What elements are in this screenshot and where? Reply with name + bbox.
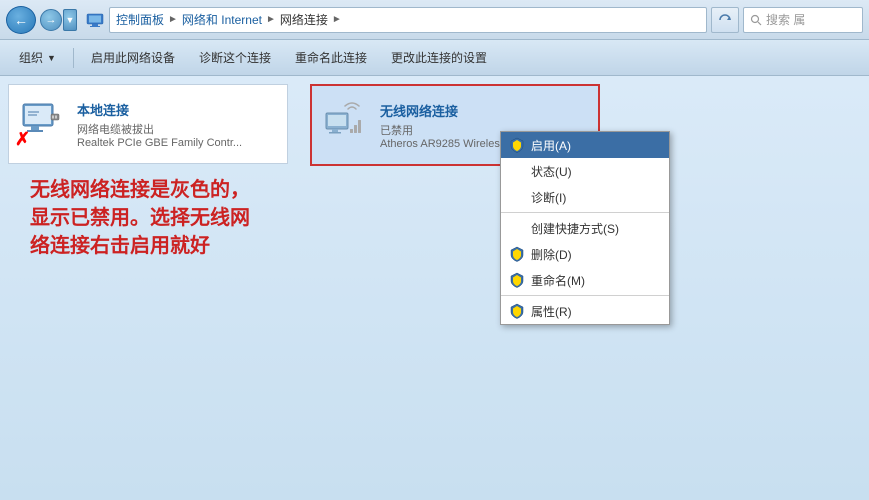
breadcrumb-sep-1: ► (168, 14, 178, 25)
toolbar-diagnose[interactable]: 诊断这个连接 (188, 44, 282, 72)
shield-icon-rename (509, 272, 525, 288)
search-box[interactable]: 搜索 属 (743, 7, 863, 33)
breadcrumb-network-internet[interactable]: 网络和 Internet (182, 11, 262, 28)
address-bar: ← → ▼ 控制面板 ► 网络和 Internet ► 网络连接 ► 搜索 属 (0, 0, 869, 40)
local-connection-name[interactable]: 本地连接 (77, 100, 277, 119)
context-menu-delete[interactable]: 删除(D) (501, 241, 669, 267)
context-menu-rename[interactable]: 重命名(M) (501, 267, 669, 293)
context-menu-properties[interactable]: 属性(R) (501, 298, 669, 324)
toolbar-change-settings[interactable]: 更改此连接的设置 (380, 44, 498, 72)
breadcrumb-icon (85, 10, 105, 30)
refresh-button[interactable] (711, 7, 739, 33)
shield-icon-delete (509, 246, 525, 262)
context-menu-enable[interactable]: 启用(A) (501, 132, 669, 158)
forward-dropdown[interactable]: ▼ (63, 9, 77, 31)
main-content: ✗ 本地连接 网络电缆被拔出 Realtek PCIe GBE Family C… (0, 76, 869, 500)
context-menu-rename-label: 重命名(M) (531, 272, 585, 289)
search-icon (750, 14, 762, 26)
context-menu-diagnose-label: 诊断(I) (531, 189, 566, 206)
local-connection-error-icon: ✗ (15, 130, 30, 148)
wireless-connection-icon-area (322, 101, 370, 149)
wireless-connection-name[interactable]: 无线网络连接 (380, 101, 588, 120)
shield-icon-properties (509, 303, 525, 319)
context-menu-status-label: 状态(U) (531, 163, 572, 180)
shield-icon-enable (509, 137, 525, 153)
context-menu-shortcut[interactable]: 创建快捷方式(S) (501, 215, 669, 241)
toolbar-organize[interactable]: 组织 ▼ (8, 44, 67, 72)
local-connection-info: 本地连接 网络电缆被拔出 Realtek PCIe GBE Family Con… (77, 100, 277, 149)
breadcrumb-bar: 控制面板 ► 网络和 Internet ► 网络连接 ► (109, 7, 707, 33)
breadcrumb-current: 网络连接 (280, 11, 328, 28)
breadcrumb-control-panel[interactable]: 控制面板 (116, 11, 164, 28)
local-connection-icon-area: ✗ (19, 100, 67, 148)
organize-chevron: ▼ (47, 53, 56, 63)
context-menu-shortcut-label: 创建快捷方式(S) (531, 220, 619, 237)
context-menu-properties-label: 属性(R) (531, 303, 572, 320)
context-menu-enable-label: 启用(A) (531, 137, 571, 154)
context-menu-delete-label: 删除(D) (531, 246, 572, 263)
context-menu-status[interactable]: 状态(U) (501, 158, 669, 184)
search-placeholder: 搜索 属 (766, 11, 805, 28)
context-menu-sep-1 (501, 212, 669, 213)
annotation-text: 无线网络连接是灰色的，显示已禁用。选择无线网络连接右击启用就好 (30, 176, 250, 260)
context-menu: 启用(A) 状态(U) 诊断(I) 创建快捷方式(S) 删除(D) 重命名(M) (500, 131, 670, 325)
breadcrumb-sep-2: ► (266, 14, 276, 25)
toolbar-separator-1 (73, 48, 74, 68)
back-button[interactable]: ← (6, 6, 36, 34)
toolbar: 组织 ▼ 启用此网络设备 诊断这个连接 重命名此连接 更改此连接的设置 (0, 40, 869, 76)
toolbar-enable[interactable]: 启用此网络设备 (80, 44, 186, 72)
local-connection-adapter: Realtek PCIe GBE Family Contr... (77, 137, 277, 149)
forward-button[interactable]: → (40, 9, 62, 31)
wireless-connection-icon (322, 101, 362, 141)
toolbar-rename[interactable]: 重命名此连接 (284, 44, 378, 72)
context-menu-diagnose[interactable]: 诊断(I) (501, 184, 669, 210)
breadcrumb-sep-3: ► (332, 14, 342, 25)
context-menu-sep-2 (501, 295, 669, 296)
local-connection-status: 网络电缆被拔出 (77, 121, 277, 137)
local-connection-item[interactable]: ✗ 本地连接 网络电缆被拔出 Realtek PCIe GBE Family C… (8, 84, 288, 164)
